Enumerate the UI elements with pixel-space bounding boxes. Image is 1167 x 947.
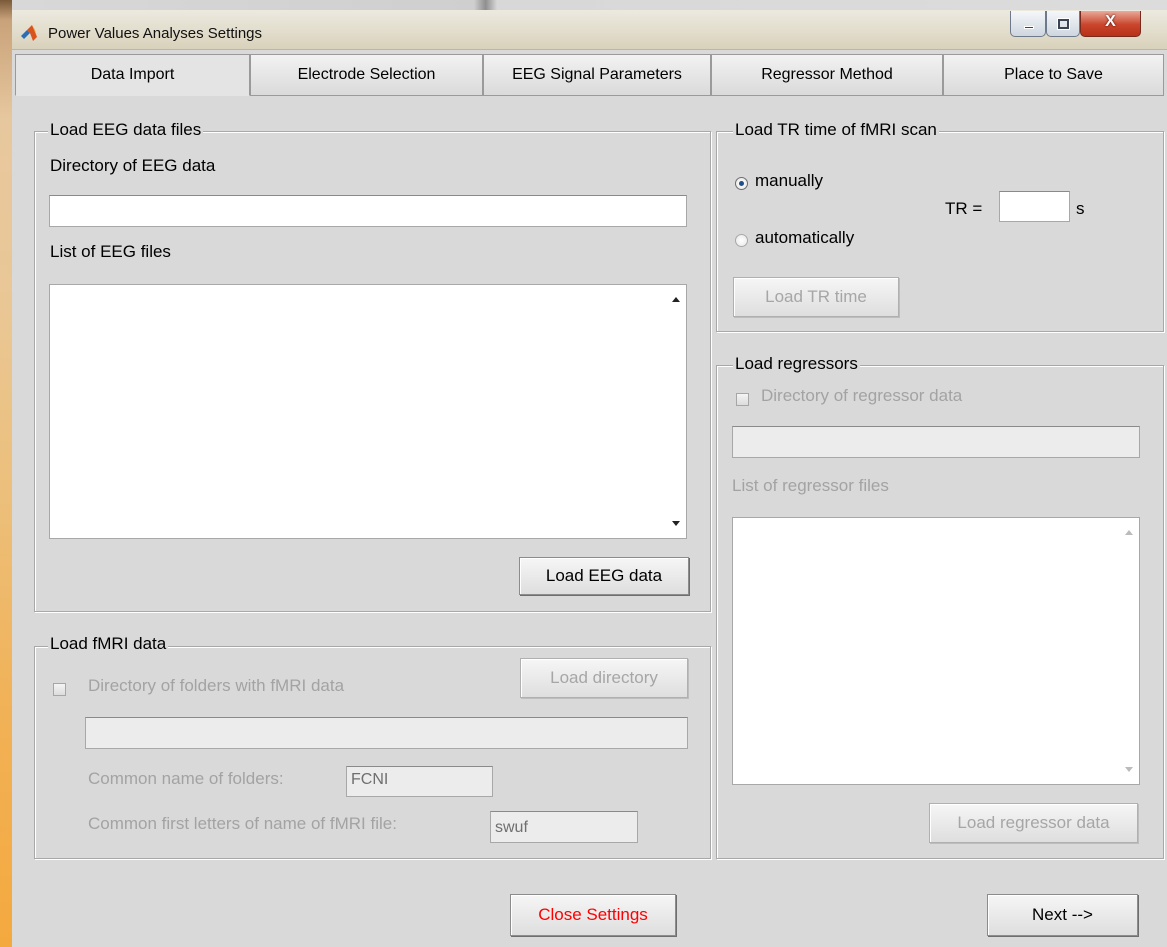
regressors-group-legend: Load regressors (733, 354, 860, 374)
maximize-icon (1057, 18, 1070, 30)
close-icon: X (1105, 13, 1116, 30)
eeg-file-list[interactable] (49, 284, 687, 539)
regressor-directory-input[interactable] (732, 426, 1140, 458)
manual-radio-label: manually (755, 171, 824, 190)
eeg-list-label: List of EEG files (50, 242, 171, 261)
tab-electrode-selection[interactable]: Electrode Selection (250, 54, 483, 96)
next-button[interactable]: Next --> (987, 894, 1138, 936)
common-folders-value: FCNI (351, 771, 389, 788)
load-tr-time-button[interactable]: Load TR time (733, 277, 899, 317)
manual-radio[interactable] (735, 177, 748, 190)
load-directory-button[interactable]: Load directory (520, 658, 688, 698)
eeg-group-legend: Load EEG data files (48, 120, 204, 140)
regressor-directory-checkbox[interactable] (736, 393, 749, 406)
minimize-icon (1024, 26, 1034, 29)
load-regressor-data-button[interactable]: Load regressor data (929, 803, 1138, 843)
common-letters-value: swuf (495, 819, 528, 836)
regressor-file-list[interactable] (732, 517, 1140, 785)
common-folders-label: Common name of folders: (88, 769, 284, 788)
title-bar[interactable]: Power Values Analyses Settings X (12, 10, 1167, 50)
fmri-directory-input[interactable] (85, 717, 688, 749)
eeg-directory-label: Directory of EEG data (50, 156, 216, 175)
common-letters-label: Common first letters of name of fMRI fil… (88, 814, 397, 833)
close-settings-button[interactable]: Close Settings (510, 894, 676, 936)
tab-eeg-signal-parameters[interactable]: EEG Signal Parameters (483, 54, 711, 96)
load-eeg-data-button[interactable]: Load EEG data (519, 557, 689, 595)
minimize-button[interactable] (1010, 11, 1046, 37)
scroll-up-arrow-icon[interactable] (1125, 530, 1133, 535)
tr-label: TR = (945, 199, 983, 218)
window-frame-top (12, 0, 1167, 10)
tr-input[interactable] (999, 191, 1070, 222)
scroll-down-arrow-icon[interactable] (1125, 767, 1133, 772)
regressor-list-label: List of regressor files (732, 476, 889, 495)
fmri-directory-checkbox[interactable] (53, 683, 66, 696)
tr-group-legend: Load TR time of fMRI scan (733, 120, 939, 140)
regressor-directory-label: Directory of regressor data (761, 386, 963, 405)
window-frame-left (0, 0, 12, 947)
scroll-up-arrow-icon[interactable] (672, 297, 680, 302)
tab-data-import[interactable]: Data Import (15, 54, 250, 96)
close-button[interactable]: X (1080, 11, 1141, 37)
automatic-radio[interactable] (735, 234, 748, 247)
common-letters-input[interactable]: swuf (490, 811, 638, 843)
matlab-logo-icon (21, 25, 37, 41)
tab-regressor-method[interactable]: Regressor Method (711, 54, 943, 96)
scroll-down-arrow-icon[interactable] (672, 521, 680, 526)
eeg-directory-input[interactable] (49, 195, 687, 227)
tr-unit: s (1076, 199, 1085, 218)
common-folders-input[interactable]: FCNI (346, 766, 493, 797)
fmri-directory-label: Directory of folders with fMRI data (88, 676, 345, 695)
tab-place-to-save[interactable]: Place to Save (943, 54, 1164, 96)
settings-panel: Data Import Electrode Selection EEG Sign… (12, 50, 1167, 947)
fmri-group-legend: Load fMRI data (48, 634, 169, 654)
automatic-radio-label: automatically (755, 228, 855, 247)
maximize-button[interactable] (1046, 11, 1080, 37)
window-title: Power Values Analyses Settings (48, 25, 263, 42)
